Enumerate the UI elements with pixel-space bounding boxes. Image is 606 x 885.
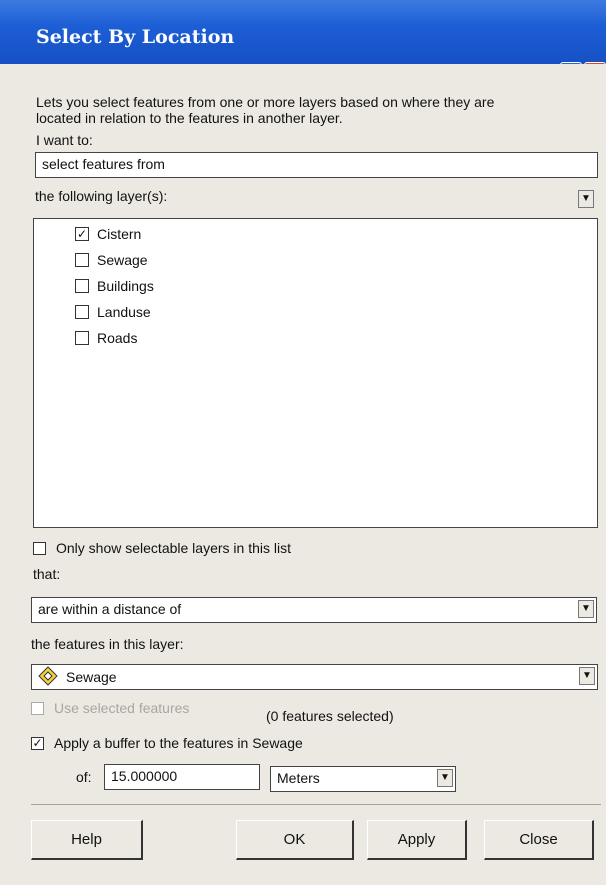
relation-dropdown[interactable]: are within a distance of ▼ <box>31 597 597 623</box>
layer-item-buildings[interactable]: Buildings <box>75 276 154 296</box>
only-selectable-option[interactable]: Only show selectable layers in this list <box>33 540 291 556</box>
chevron-down-icon[interactable]: ▼ <box>578 600 594 618</box>
ok-button[interactable]: OK <box>236 820 354 860</box>
buffer-distance-value: 15.000000 <box>111 768 178 784</box>
method-label: I want to: <box>36 132 93 148</box>
buffer-of-label: of: <box>76 769 92 785</box>
layer-checkbox-sewage[interactable] <box>75 253 89 267</box>
relation-label: that: <box>33 566 61 582</box>
method-value: select features from <box>42 156 165 172</box>
separator <box>31 804 601 805</box>
layer-checkbox-landuse[interactable] <box>75 305 89 319</box>
description-line-2: located in relation to the features in a… <box>36 110 343 126</box>
chevron-down-icon[interactable]: ▼ <box>437 769 453 787</box>
close-button[interactable]: Close <box>484 820 594 860</box>
layer-label-buildings: Buildings <box>97 278 154 294</box>
diamond-layer-icon <box>38 665 58 689</box>
layer-checkbox-roads[interactable] <box>75 331 89 345</box>
chevron-down-icon[interactable]: ▼ <box>578 190 594 208</box>
use-selected-label: Use selected features <box>54 700 190 716</box>
source-layer-value: Sewage <box>66 669 117 685</box>
help-button[interactable]: Help <box>31 820 143 860</box>
layer-item-roads[interactable]: Roads <box>75 328 137 348</box>
source-layer-label: the features in this layer: <box>31 636 184 652</box>
layer-item-sewage[interactable]: Sewage <box>75 250 148 270</box>
layer-item-landuse[interactable]: Landuse <box>75 302 151 322</box>
source-layer-dropdown[interactable]: Sewage ▼ <box>31 664 598 690</box>
layer-label-roads: Roads <box>97 330 138 346</box>
use-selected-option: Use selected features <box>31 700 189 716</box>
buffer-units-dropdown[interactable]: Meters ▼ <box>270 766 456 792</box>
description-line-1: Lets you select features from one or mor… <box>36 94 495 110</box>
layer-item-cistern[interactable]: ✓ Cistern <box>75 224 141 244</box>
window-title: Select By Location <box>36 26 235 48</box>
buffer-checkbox[interactable]: ✓ <box>31 736 44 750</box>
only-selectable-label: Only show selectable layers in this list <box>56 540 291 556</box>
layer-label-cistern: Cistern <box>97 226 142 242</box>
buffer-option[interactable]: ✓ Apply a buffer to the features in Sewa… <box>31 735 303 751</box>
use-selected-checkbox <box>31 701 44 715</box>
target-layers-label: the following layer(s): <box>35 188 168 204</box>
relation-value: are within a distance of <box>38 601 182 617</box>
chevron-down-icon[interactable]: ▼ <box>579 667 595 685</box>
method-dropdown[interactable]: select features from <box>35 152 598 178</box>
only-selectable-checkbox[interactable] <box>33 541 46 555</box>
buffer-label: Apply a buffer to the features in Sewage <box>54 735 303 751</box>
layer-checkbox-buildings[interactable] <box>75 279 89 293</box>
selected-count: (0 features selected) <box>266 708 394 724</box>
layer-label-landuse: Landuse <box>97 304 151 320</box>
layer-label-sewage: Sewage <box>97 252 148 268</box>
buffer-units-value: Meters <box>277 770 320 786</box>
layer-checkbox-cistern[interactable]: ✓ <box>75 227 89 241</box>
buffer-distance-input[interactable]: 15.000000 <box>104 764 260 790</box>
apply-button[interactable]: Apply <box>367 820 467 860</box>
